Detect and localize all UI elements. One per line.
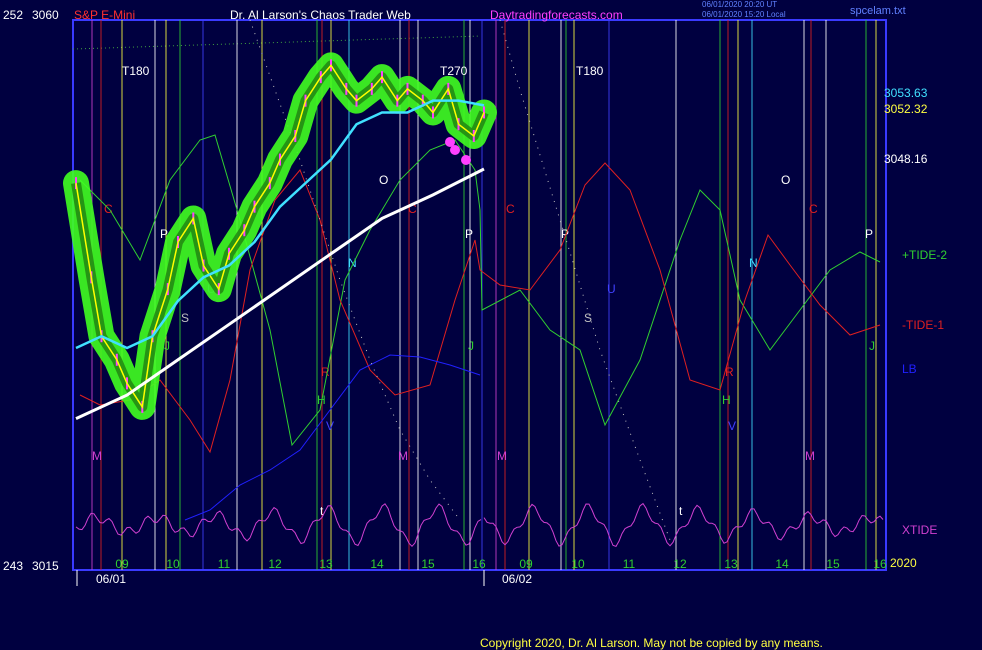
hour-tick-label: 10 — [166, 557, 180, 571]
annotation-label: T180 — [122, 64, 150, 78]
copyright: Copyright 2020, Dr. Al Larson. May not b… — [480, 636, 823, 650]
label-tide1: -TIDE-1 — [902, 318, 944, 332]
hour-tick-label: 15 — [421, 557, 435, 571]
label-tide2: +TIDE-2 — [902, 248, 948, 262]
annotation-label: S — [181, 311, 189, 325]
annotation-label: H — [722, 393, 731, 407]
hour-tick-label: 14 — [370, 557, 384, 571]
annotation-label: U — [607, 282, 616, 296]
annotation-label: C — [506, 202, 515, 216]
hour-tick-label: 11 — [218, 557, 231, 571]
annotation-label: t — [320, 504, 324, 518]
xtide-line-day1 — [75, 503, 482, 548]
price-level-close: 3052.32 — [884, 102, 928, 116]
annotation-label: M — [805, 449, 815, 463]
left-top-price: 3060 — [32, 8, 59, 22]
date-label-2: 06/02 — [502, 572, 533, 586]
hour-tick-label: 09 — [519, 557, 533, 571]
hour-tick-label: 09 — [115, 557, 129, 571]
price-level-fast-ma: 3053.63 — [884, 86, 928, 100]
hour-tick-label: 10 — [571, 557, 585, 571]
hour-tick-label: 16 — [472, 557, 486, 571]
chart-root: 09 10 11 12 13 14 15 16 09 10 11 12 13 14 15 16 T180 T270… — [0, 0, 982, 650]
annotation-label: P — [865, 227, 873, 241]
hour-tick-label: 13 — [319, 557, 333, 571]
lb-line — [184, 354, 481, 521]
annotation-label: P — [465, 227, 473, 241]
date-label-1: 06/01 — [96, 572, 127, 586]
hour-tick-label: 14 — [775, 557, 789, 571]
signal-dot — [450, 145, 460, 155]
annotation-label: N — [348, 256, 357, 270]
top-grid-line — [72, 35, 481, 50]
tide2-line — [79, 134, 881, 447]
annotation-label: M — [92, 449, 102, 463]
annotation-label: J — [869, 339, 875, 353]
year-label: 2020 — [890, 556, 917, 570]
chaos-chart: 09 10 11 12 13 14 15 16 09 10 11 12 13 14 15 16 T180 T270… — [63, 19, 887, 586]
timestamp-utc: 06/01/2020 20:20 UT — [702, 0, 778, 9]
file-name: spcelam.txt — [850, 5, 906, 17]
left-top-index: 252 — [3, 8, 24, 22]
annotation-label: t — [679, 504, 683, 518]
hour-tick-label: 11 — [623, 557, 636, 571]
annotation-label: J — [468, 339, 474, 353]
left-bottom-index: 243 — [3, 559, 24, 573]
annotation-label: C — [809, 202, 818, 216]
annotation-label: O — [379, 173, 388, 187]
page-title: Dr. Al Larson's Chaos Trader Web — [230, 8, 411, 22]
annotation-label: M — [497, 449, 507, 463]
hour-tick-label: 16 — [873, 557, 887, 571]
annotation-label: O — [781, 173, 790, 187]
annotation-label: V — [728, 419, 736, 433]
xtide-line-day2 — [483, 502, 884, 548]
annotation-label: T180 — [576, 64, 604, 78]
left-bottom-price: 3015 — [32, 559, 59, 573]
label-xtide: XTIDE — [902, 523, 938, 537]
signal-dot — [461, 155, 471, 165]
site-link[interactable]: Daytradingforecasts.com — [490, 8, 623, 22]
label-lb: LB — [902, 362, 917, 376]
hour-tick-label: 13 — [724, 557, 738, 571]
dotted-cycle-2 — [499, 19, 671, 541]
price-glow-band — [63, 52, 497, 420]
hour-tick-label: 12 — [673, 557, 687, 571]
timestamp-local: 06/01/2020 15:20 Local — [702, 10, 786, 19]
symbol-label: S&P E-Mini — [74, 8, 136, 22]
price-level-slow-ma: 3048.16 — [884, 152, 928, 166]
annotation-label: M — [398, 449, 408, 463]
annotation-label: V — [326, 419, 334, 433]
annotation-label: T270 — [440, 64, 468, 78]
hour-tick-label: 12 — [268, 557, 282, 571]
annotation-label: S — [584, 311, 592, 325]
hour-tick-label: 15 — [826, 557, 840, 571]
